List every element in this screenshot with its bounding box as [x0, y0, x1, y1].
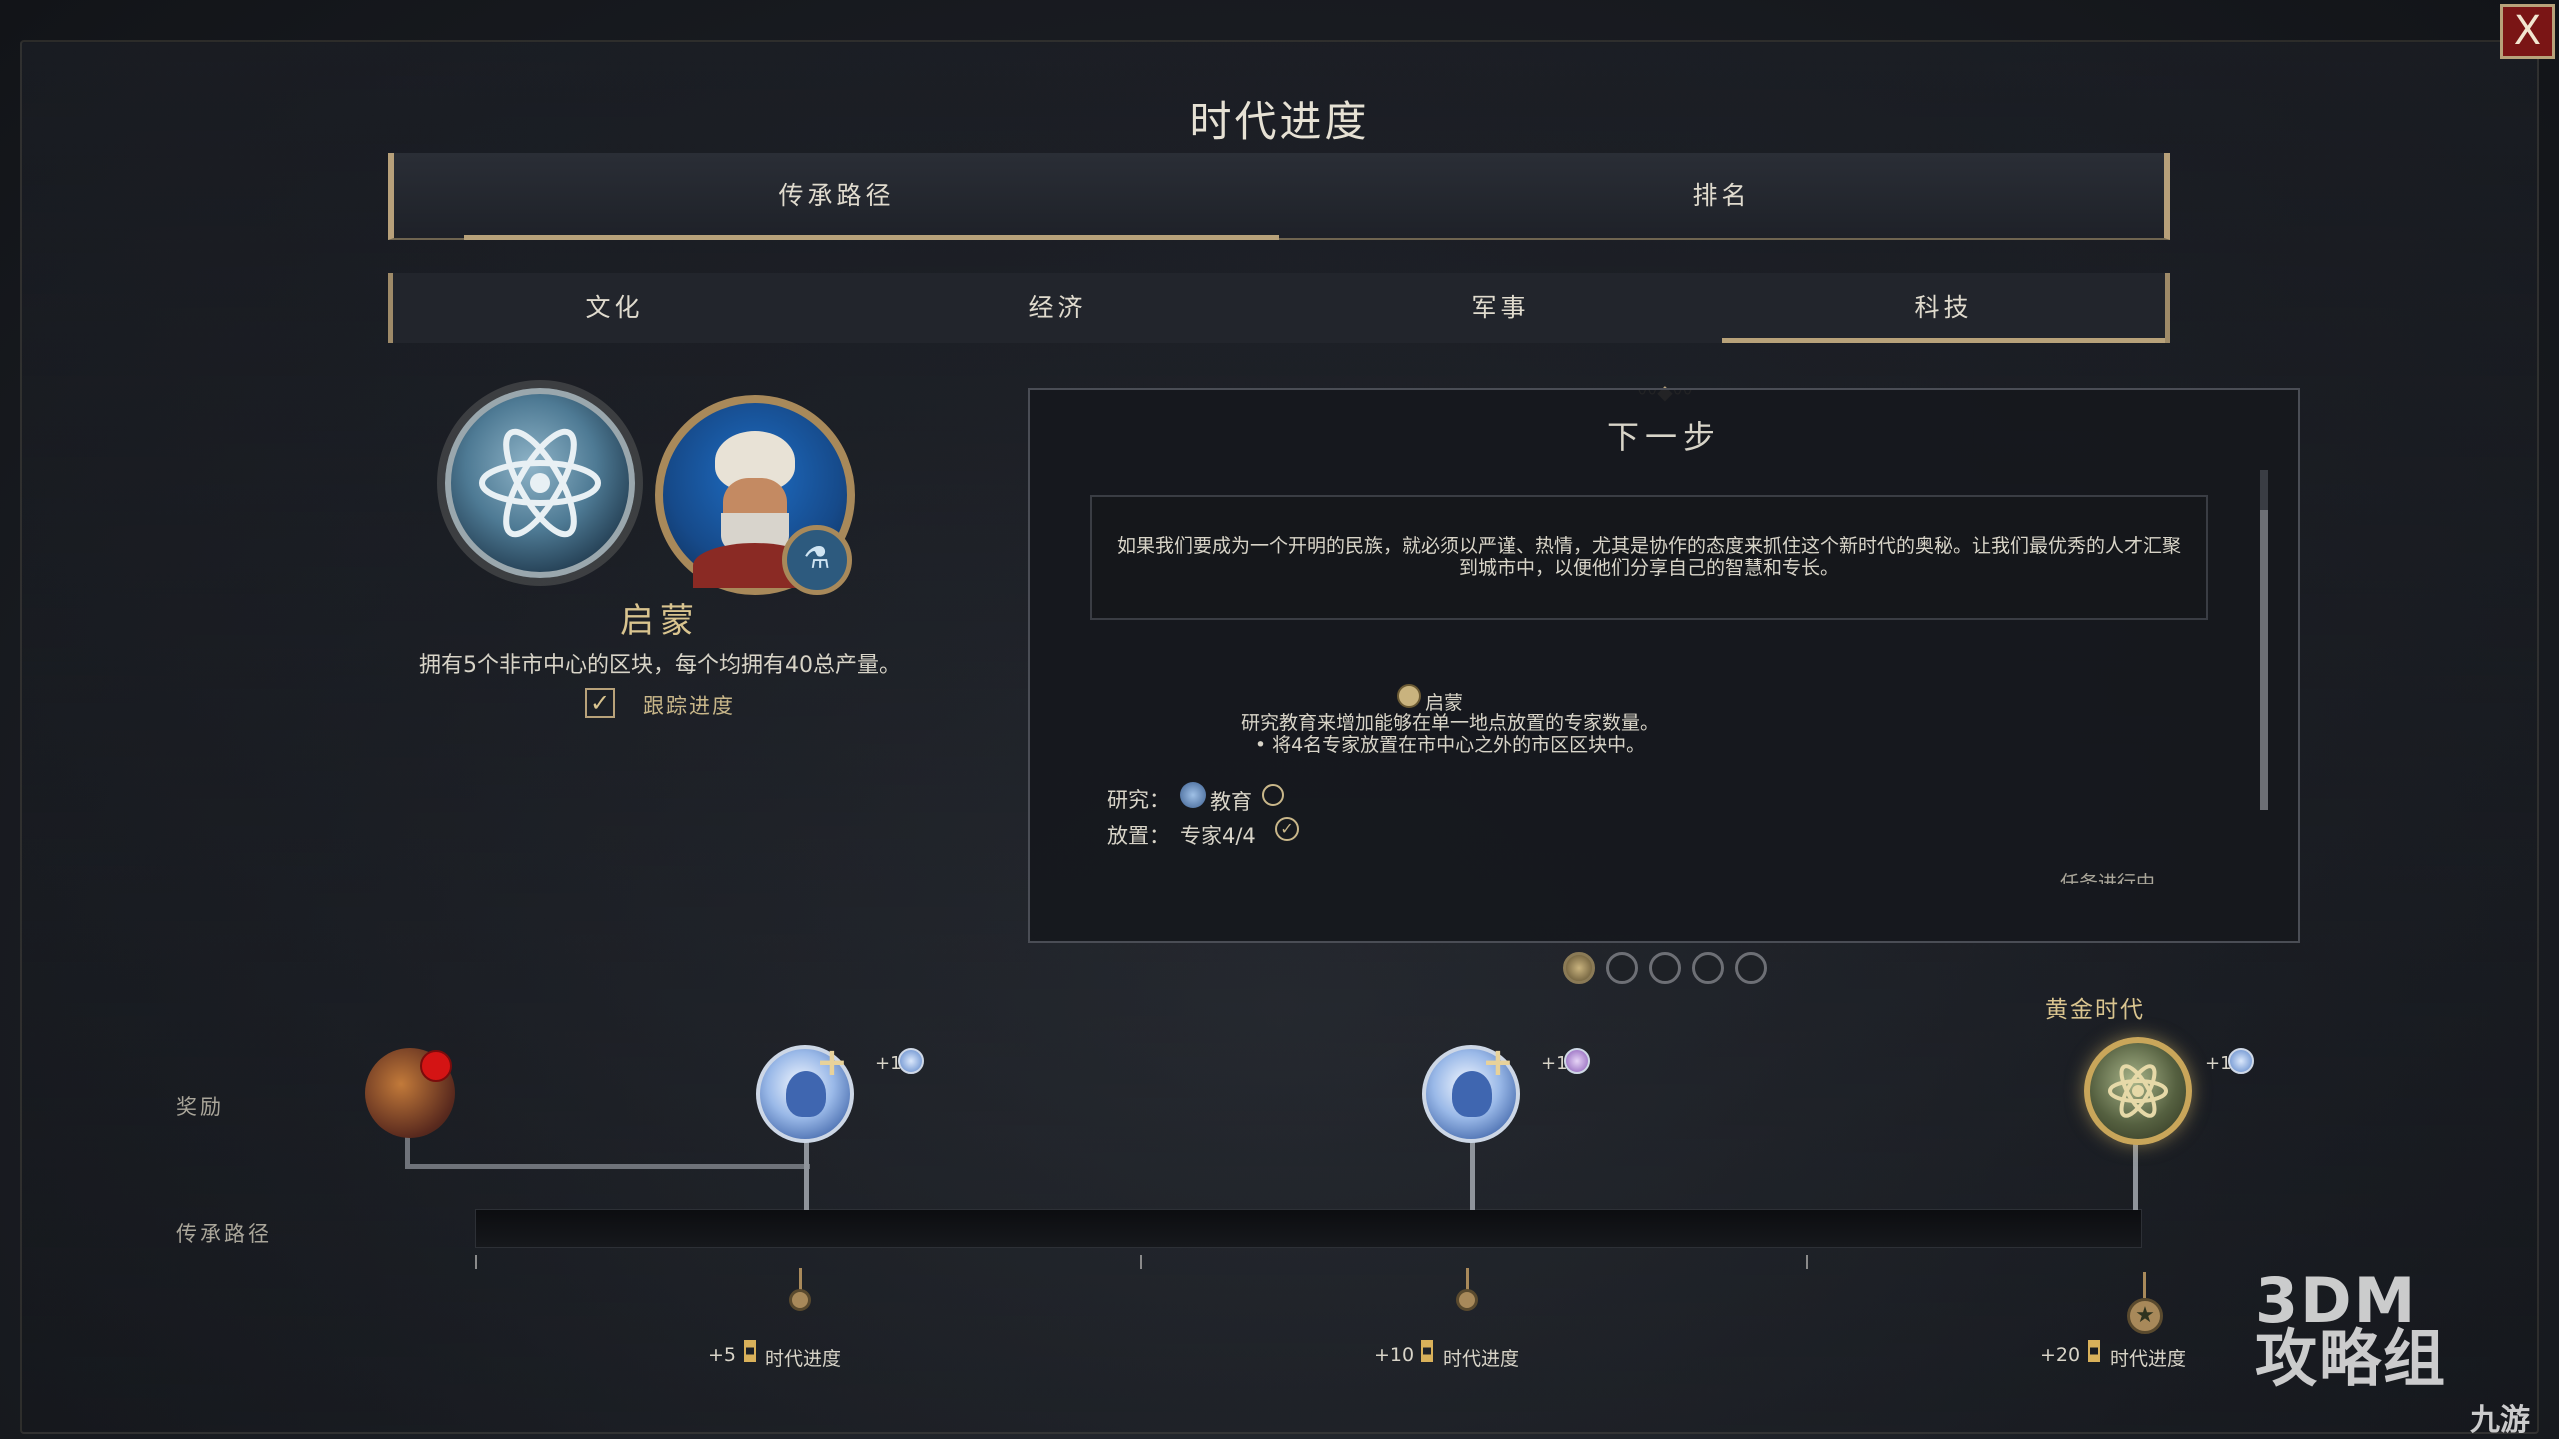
reward-connector-horizontal	[405, 1164, 810, 1169]
science-legacy-emblem-icon	[445, 388, 635, 578]
atom-icon	[2108, 1064, 2168, 1118]
status-text: 任务进行中	[2060, 872, 2156, 884]
tech-name: 启蒙	[1425, 692, 1464, 714]
tab-science[interactable]: 科技	[1722, 273, 2165, 343]
req-research-value: 教育	[1210, 790, 1252, 814]
science-icon	[2228, 1048, 2254, 1074]
hourglass-icon	[744, 1340, 756, 1362]
goal-name: 启蒙	[620, 601, 700, 641]
page-dot-5[interactable]	[1735, 952, 1767, 984]
milestone-label: 时代进度	[2110, 1348, 2187, 1370]
milestone-amount: +10	[1374, 1344, 1415, 1366]
culture-icon	[1564, 1048, 1590, 1074]
notification-dot	[420, 1050, 452, 1082]
path-row-label: 传承路径	[176, 1222, 272, 1246]
progress-track	[475, 1209, 2142, 1248]
quote-text: 如果我们要成为一个开明的民族，就必须以严谨、热情，尤其是协作的态度来抓住这个新时…	[1116, 535, 2181, 579]
track-tick	[1140, 1255, 1142, 1269]
reward-stem	[1470, 1140, 1475, 1210]
tab-military[interactable]: 军事	[1279, 273, 1722, 343]
req-place-value: 专家4/4	[1180, 824, 1256, 848]
watermark-site: 九游	[2470, 1403, 2530, 1438]
page-dot-2[interactable]	[1606, 952, 1638, 984]
watermark-line2: 攻略组	[2255, 1322, 2448, 1395]
track-progress-label[interactable]: 跟踪进度	[643, 690, 735, 720]
scrollbar[interactable]	[2260, 470, 2268, 810]
track-progress-checkbox[interactable]: ✓	[585, 688, 615, 718]
golden-age-atom-icon[interactable]	[2084, 1037, 2192, 1145]
hourglass-icon	[1421, 1340, 1433, 1362]
goal-description: 拥有5个非市中心的区块，每个均拥有40总产量。	[419, 653, 901, 678]
tech-description: 研究教育来增加能够在单一地点放置的专家数量。 • 将4名专家放置在市中心之外的市…	[1100, 712, 1800, 756]
tab-legacy-path[interactable]: 传承路径	[394, 153, 1279, 240]
milestone-amount: +5	[708, 1344, 737, 1366]
golden-age-label: 黄金时代	[2045, 997, 2145, 1023]
sub-tab-bar: 文化 经济 军事 科技	[388, 273, 2170, 343]
atom-icon	[479, 428, 601, 538]
tab-culture[interactable]: 文化	[393, 273, 836, 343]
golden-star-icon: ★	[2127, 1298, 2163, 1334]
enlightenment-icon	[1397, 684, 1421, 708]
education-tech-icon	[1180, 782, 1206, 808]
req-place-label: 放置：	[1107, 824, 1170, 848]
page-dot-1[interactable]	[1563, 952, 1595, 984]
track-tick	[1806, 1255, 1808, 1269]
tech-desc-line1: 研究教育来增加能够在单一地点放置的专家数量。	[1240, 712, 1659, 734]
hourglass-icon	[2088, 1340, 2100, 1362]
milestone-label: 时代进度	[1443, 1348, 1520, 1370]
plus-icon: +	[816, 1040, 848, 1084]
reward-stem	[804, 1140, 809, 1210]
close-button[interactable]: X	[2500, 4, 2555, 59]
milestone-pin	[1456, 1289, 1478, 1311]
tab-economy[interactable]: 经济	[836, 273, 1279, 343]
incomplete-circle-icon	[1262, 784, 1284, 806]
page-dot-4[interactable]	[1692, 952, 1724, 984]
main-tab-bar: 传承路径 排名	[388, 153, 2170, 240]
milestone-pin	[789, 1289, 811, 1311]
milestone-stem	[2143, 1272, 2146, 1298]
watermark-logo: 3DM 攻略组	[2255, 1270, 2448, 1395]
science-flask-icon: ⚗	[782, 525, 852, 595]
page-dot-3[interactable]	[1649, 952, 1681, 984]
page-title: 时代进度	[1189, 97, 1370, 146]
req-research-label: 研究：	[1107, 788, 1170, 812]
track-tick	[475, 1255, 477, 1269]
next-step-panel	[1028, 388, 2300, 943]
reward-row-label: 奖励	[176, 1095, 224, 1119]
tech-desc-line2: • 将4名专家放置在市中心之外的市区区块中。	[1254, 734, 1646, 756]
next-step-title: 下一步	[1606, 418, 1721, 456]
tab-ranking[interactable]: 排名	[1279, 153, 2164, 238]
complete-check-icon: ✓	[1275, 817, 1299, 841]
milestone-label: 时代进度	[765, 1348, 842, 1370]
reward-stem	[2133, 1140, 2138, 1210]
plus-icon: +	[1482, 1040, 1514, 1084]
milestone-amount: +20	[2040, 1344, 2081, 1366]
quote-box: 如果我们要成为一个开明的民族，就必须以严谨、热情，尤其是协作的态度来抓住这个新时…	[1090, 495, 2208, 620]
science-icon	[898, 1048, 924, 1074]
scroll-thumb[interactable]	[2260, 510, 2268, 810]
